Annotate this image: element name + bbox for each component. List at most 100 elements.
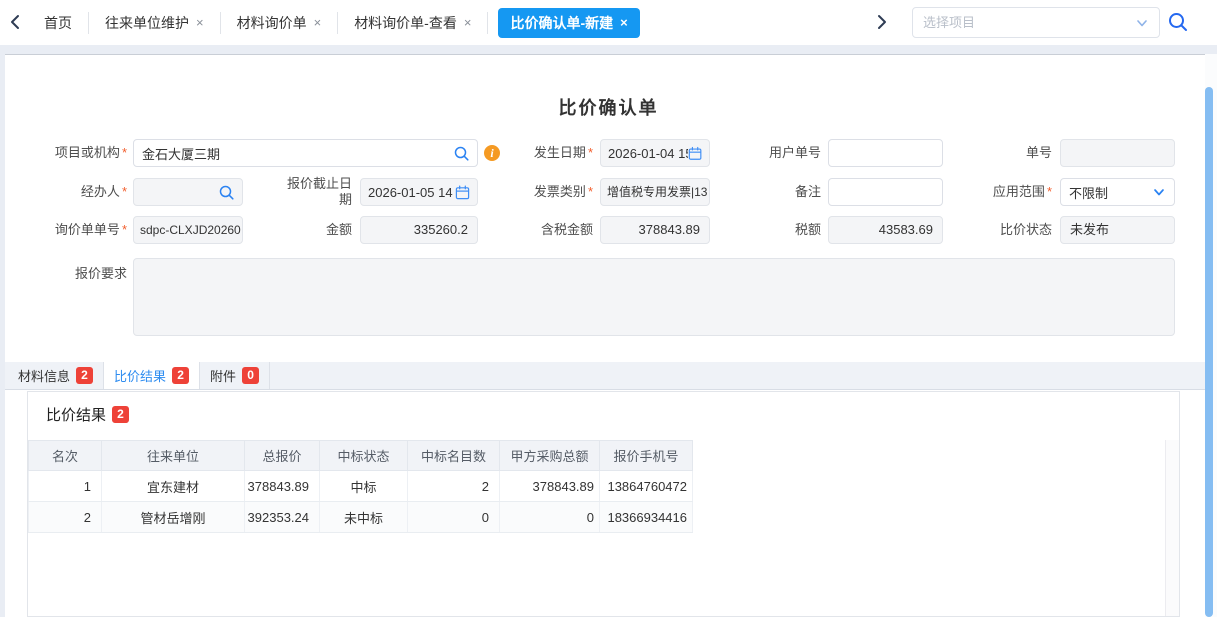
required-mark: * [122,222,127,237]
user-no-label: 用户单号 [735,139,821,167]
nav-tab-compare-new-active[interactable]: 比价确认单-新建 × [498,8,639,38]
nav-tab-home[interactable]: 首页 [28,12,89,34]
nav-tab-label: 比价确认单-新建 [510,13,613,33]
search-icon[interactable] [453,145,470,162]
cell-purchase-total: 378843.89 [500,471,600,502]
cell-phone: 18366934416 [600,502,693,533]
quote-deadline-field[interactable]: 2026-01-05 14 [360,178,478,206]
tab-material-info[interactable]: 材料信息2 [8,362,104,389]
search-icon[interactable] [1167,11,1189,33]
project-select[interactable] [912,7,1160,38]
calendar-icon [455,185,470,200]
quote-req-textarea [133,258,1175,336]
occur-date-label: 发生日期* [505,139,593,167]
close-icon[interactable]: × [464,15,472,30]
tab-attachments[interactable]: 附件0 [200,362,270,389]
cell-total-quote: 378843.89 [245,471,320,502]
required-mark: * [1047,184,1052,199]
remark-field[interactable] [828,178,943,206]
cell-win-status: 中标 [320,471,408,502]
calendar-icon [688,146,702,161]
project-select-input[interactable] [923,15,1135,30]
count-badge: 2 [172,367,189,384]
nav-back-icon[interactable] [7,13,25,31]
table-header-row: 名次 往来单位 总报价 中标状态 中标名目数 甲方采购总额 报价手机号 [29,441,693,471]
close-icon[interactable]: × [314,15,322,30]
col-header-phone[interactable]: 报价手机号 [600,441,693,471]
handler-field[interactable] [133,178,243,206]
cell-win-items: 2 [408,471,500,502]
quote-deadline-value: 2026-01-05 14 [368,185,453,200]
cell-purchase-total: 0 [500,502,600,533]
table-row[interactable]: 2 管材岳增刚 392353.24 未中标 0 0 18366934416 [29,502,693,533]
nav-tab-label: 往来单位维护 [105,13,189,33]
invoice-type-field: 增值税专用发票|13 [600,178,710,206]
section-title-text: 比价结果 [46,404,106,425]
nav-tab-bar: 首页 往来单位维护 × 材料询价单 × 材料询价单-查看× 比价确认单-新建 × [28,0,650,45]
apply-scope-label: 应用范围* [970,178,1052,206]
compare-result-table: 名次 往来单位 总报价 中标状态 中标名目数 甲方采购总额 报价手机号 1 宜东… [28,440,693,533]
col-header-vendor[interactable]: 往来单位 [102,441,245,471]
required-mark: * [122,184,127,199]
search-icon[interactable] [218,184,235,201]
cell-phone: 13864760472 [600,471,693,502]
count-badge: 0 [242,367,259,384]
table-row[interactable]: 1 宜东建材 378843.89 中标 2 378843.89 13864760… [29,471,693,502]
nav-tab-inquiry[interactable]: 材料询价单 × [221,12,339,34]
nav-forward-icon[interactable] [872,13,890,31]
close-icon[interactable]: × [196,15,204,30]
amount-tax-field: 378843.89 [600,216,710,244]
col-header-win-items[interactable]: 中标名目数 [408,441,500,471]
required-mark: * [122,145,127,160]
cell-win-status: 未中标 [320,502,408,533]
nav-tab-label: 材料询价单 [237,13,307,33]
doc-no-label: 单号 [970,139,1052,167]
project-label: 项目或机构* [20,139,127,167]
project-input[interactable] [134,140,477,166]
tax-label: 税额 [735,216,821,244]
cell-rank: 1 [29,471,102,502]
project-field[interactable] [133,139,478,167]
col-header-purchase-total[interactable]: 甲方采购总额 [500,441,600,471]
status-field: 未发布 [1060,216,1175,244]
doc-no-field [1060,139,1175,167]
cell-rank: 2 [29,502,102,533]
col-header-win-status[interactable]: 中标状态 [320,441,408,471]
scrollbar-thumb[interactable] [1205,87,1213,617]
apply-scope-select[interactable]: 不限制 [1060,178,1175,206]
remark-input[interactable] [829,179,942,205]
chevron-down-icon [1152,185,1166,199]
inquiry-no-field: sdpc-CLXJD20260 [133,216,243,244]
cell-vendor: 管材岳增刚 [102,502,245,533]
nav-tab-vendors[interactable]: 往来单位维护 × [89,12,221,34]
quote-req-label: 报价要求 [20,260,127,288]
amount-label: 金额 [280,216,352,244]
amount-field: 335260.2 [360,216,478,244]
chevron-down-icon [1135,16,1149,30]
occur-date-field[interactable]: 2026-01-04 15 [600,139,710,167]
handler-label: 经办人* [20,178,127,206]
compare-result-section: 比价结果 2 名次 往来单位 总报价 中标状态 中标名目数 甲方采购总额 报价手… [27,391,1180,617]
nav-tab-inquiry-view[interactable]: 材料询价单-查看× [338,12,488,34]
col-header-rank[interactable]: 名次 [29,441,102,471]
info-icon[interactable]: i [484,145,500,161]
cell-win-items: 0 [408,502,500,533]
col-header-total-quote[interactable]: 总报价 [245,441,320,471]
count-badge: 2 [76,367,93,384]
cell-vendor: 宜东建材 [102,471,245,502]
required-mark: * [588,184,593,199]
table-scrollbar-track[interactable] [1165,440,1179,616]
amount-tax-label: 含税金额 [505,216,593,244]
top-navbar: 首页 往来单位维护 × 材料询价单 × 材料询价单-查看× 比价确认单-新建 × [0,0,1217,45]
quote-deadline-label: 报价截止日期 [280,174,352,210]
tab-compare-result[interactable]: 比价结果2 [104,362,200,389]
user-no-field[interactable] [828,139,943,167]
close-icon[interactable]: × [620,15,628,30]
invoice-type-label: 发票类别* [505,178,593,206]
tax-field: 43583.69 [828,216,943,244]
required-mark: * [588,145,593,160]
divider-strip [0,45,1217,54]
remark-label: 备注 [735,178,821,206]
section-title: 比价结果 2 [46,404,129,425]
user-no-input[interactable] [829,140,942,166]
